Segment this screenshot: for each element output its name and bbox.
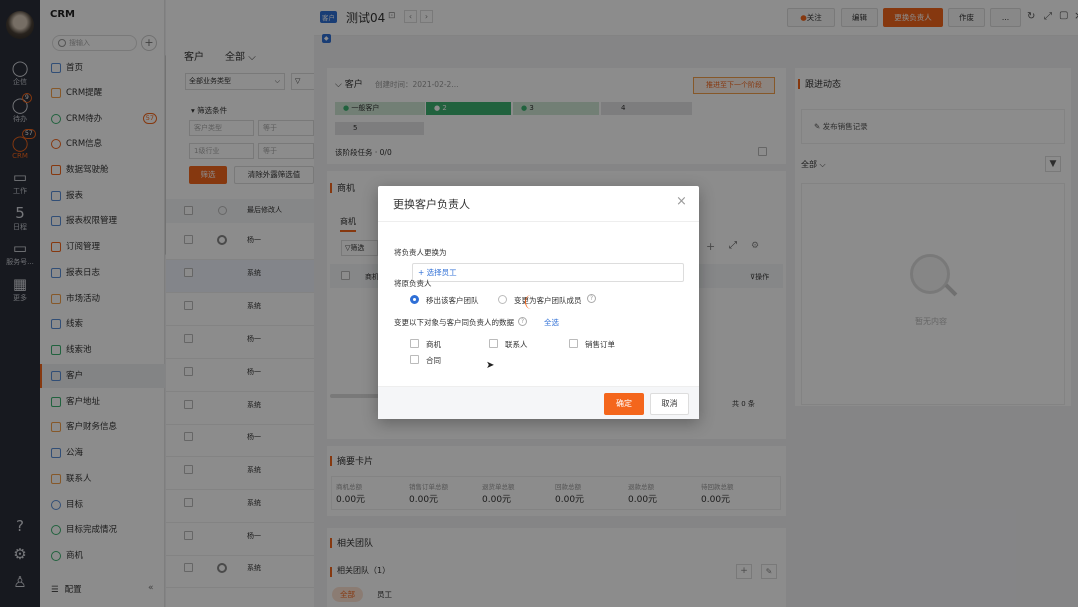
change-owner-modal: 更换客户负责人 × 将负责人更换为 + 选择员工 将原负责人 移出该客户团队 变… bbox=[378, 186, 699, 419]
modal-footer: 确定 取消 bbox=[378, 386, 699, 419]
modal-header: 更换客户负责人 × bbox=[378, 186, 699, 222]
radio-make-member[interactable] bbox=[498, 295, 507, 304]
checkbox-contacts[interactable] bbox=[489, 339, 498, 348]
mouse-cursor-icon: ➤ bbox=[486, 360, 495, 371]
select-all-link[interactable]: 全选 bbox=[544, 317, 559, 328]
checkbox-contacts-label: 联系人 bbox=[505, 340, 528, 349]
radio-remove-label: 移出该客户团队 bbox=[426, 296, 479, 305]
help-icon[interactable]: ? bbox=[587, 294, 596, 304]
change-to-label: 将负责人更换为 bbox=[394, 248, 447, 257]
original-owner-label: 将原负责人 bbox=[394, 279, 432, 288]
help-icon-2[interactable]: ? bbox=[518, 317, 527, 327]
confirm-button[interactable]: 确定 bbox=[604, 393, 644, 415]
checkbox-opportunity[interactable] bbox=[410, 339, 419, 348]
checkbox-sales-order[interactable] bbox=[569, 339, 578, 348]
checkbox-contract[interactable] bbox=[410, 355, 419, 364]
close-icon[interactable]: × bbox=[676, 194, 687, 209]
radio-remove-from-team[interactable] bbox=[410, 295, 419, 304]
cancel-button[interactable]: 取消 bbox=[650, 393, 689, 415]
select-employee-input[interactable]: + 选择员工 bbox=[412, 263, 684, 282]
checkbox-sales-order-label: 销售订单 bbox=[585, 340, 615, 349]
data-change-label: 变更以下对象与客户同负责人的数据 bbox=[394, 318, 514, 327]
checkbox-opportunity-label: 商机 bbox=[426, 340, 441, 349]
loading-spinner-icon bbox=[525, 295, 537, 309]
checkbox-contract-label: 合同 bbox=[426, 356, 441, 365]
modal-title: 更换客户负责人 bbox=[393, 198, 470, 211]
